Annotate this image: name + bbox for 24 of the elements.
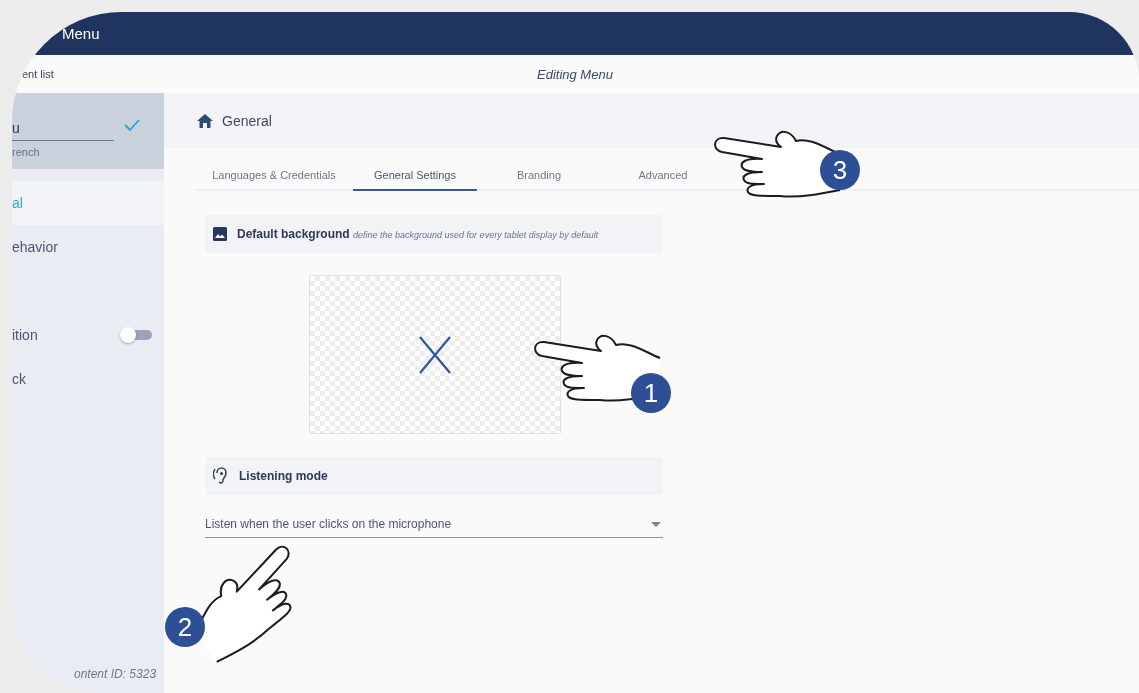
editing-title: Editing Menu [537, 66, 613, 82]
home-icon [197, 113, 213, 128]
sidebar-item[interactable]: ck [12, 357, 164, 401]
pointing-hand-drawing: 2 [161, 538, 291, 666]
language-label: rench [12, 146, 41, 158]
sidebar-item[interactable]: ehavior [12, 225, 164, 269]
close-icon[interactable] [419, 335, 451, 374]
section-title: General [222, 112, 272, 129]
caret-icon [651, 521, 661, 527]
checkmark-icon[interactable] [124, 118, 140, 131]
back-link[interactable]: ent list [22, 68, 54, 80]
ear-icon [213, 467, 229, 485]
image-icon [213, 227, 227, 241]
listening-mode-dropdown[interactable]: Listen when the user clicks on the microphone [205, 513, 663, 538]
card-title-text: Default background define the background used for every tablet display by default [237, 227, 599, 241]
sidebar-item[interactable]: ition [12, 313, 164, 357]
tab[interactable]: Languages & Credentials [195, 166, 353, 191]
tab[interactable]: General Settings [353, 166, 477, 191]
name-input-field[interactable]: u [12, 108, 114, 141]
app-title: Menu [62, 25, 100, 42]
pointing-hand-drawing: 1 [530, 332, 672, 414]
tab[interactable]: Branding [477, 166, 601, 191]
content-id-label: ontent ID: 5323 [73, 667, 158, 683]
card-title-text: Listening mode [239, 469, 328, 483]
